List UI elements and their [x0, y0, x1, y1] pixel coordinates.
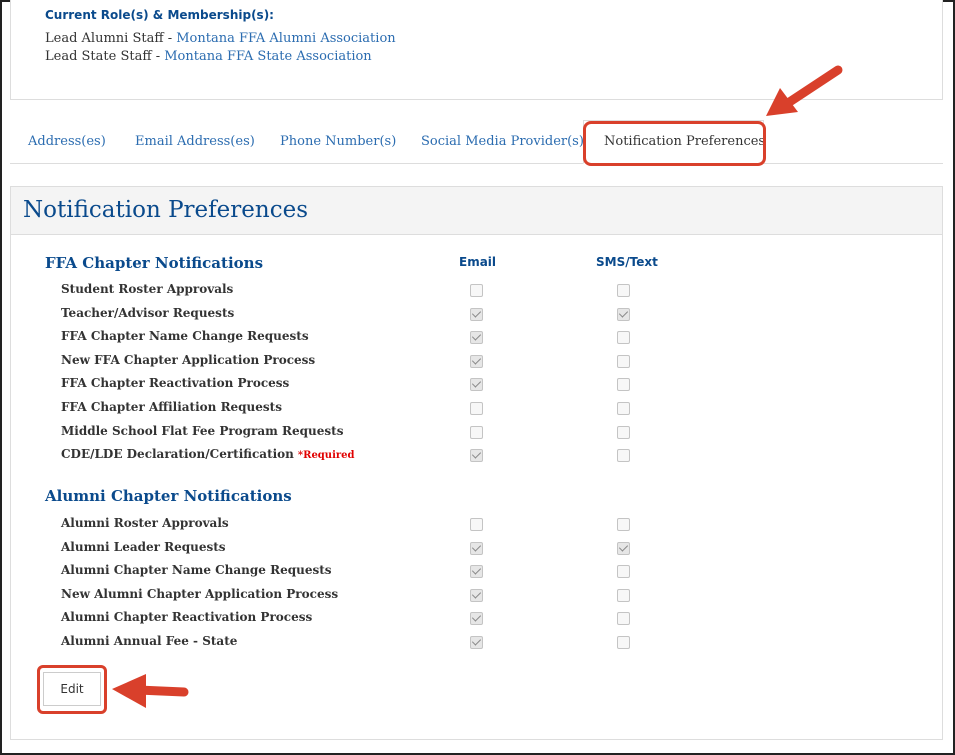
sms-checkbox[interactable] [617, 402, 630, 415]
notification-label-text: Alumni Annual Fee - State [61, 634, 238, 648]
notification-row-label: Teacher/Advisor Requests [61, 306, 234, 320]
sms-checkbox[interactable] [617, 425, 630, 439]
notification-row-label: New FFA Chapter Application Process [61, 353, 315, 367]
sms-checkbox[interactable] [617, 565, 630, 579]
role-item: Lead Alumni Staff - Montana FFA Alumni A… [45, 31, 396, 46]
sms-checkbox[interactable] [617, 449, 630, 463]
annotation-arrow-edit-icon [112, 674, 189, 708]
notification-row-label: Alumni Leader Requests [61, 540, 226, 554]
notification-label-text: Middle School Flat Fee Program Requests [61, 423, 344, 438]
email-checkbox[interactable] [470, 354, 483, 368]
sms-checkbox[interactable] [617, 331, 630, 345]
notification-row-label: Alumni Chapter Name Change Requests [61, 563, 332, 577]
notification-row-label: New Alumni Chapter Application Process [61, 587, 338, 601]
email-checkbox[interactable] [470, 284, 483, 297]
notification-row-label: FFA Chapter Name Change Requests [61, 329, 309, 343]
notification-label-text: Alumni Roster Approvals [61, 516, 229, 530]
notification-label-text: New Alumni Chapter Application Process [61, 586, 339, 601]
sms-checkbox[interactable] [617, 307, 630, 321]
notification-row-label: Alumni Roster Approvals [61, 516, 229, 530]
email-checkbox[interactable] [470, 402, 483, 415]
notification-row-label: CDE/LDE Declaration/Certification *Requir… [61, 447, 355, 461]
notification-row-label: Middle School Flat Fee Program Requests [61, 424, 343, 438]
role-name: Lead Alumni Staff [45, 31, 164, 46]
notification-row-label: Alumni Annual Fee - State [61, 634, 237, 648]
email-checkbox[interactable] [470, 449, 483, 463]
email-checkbox[interactable] [470, 636, 483, 649]
tab-addresses[interactable]: Address(es) [28, 134, 106, 149]
role-separator: - [151, 49, 165, 64]
role-name: Lead State Staff [45, 49, 152, 64]
sms-checkbox[interactable] [617, 518, 630, 531]
notification-label-text: Alumni Leader Requests [61, 539, 226, 554]
panel-header: Notification Preferences [11, 187, 942, 235]
sms-checkbox[interactable] [617, 284, 630, 297]
panel-title: Notification Preferences [23, 197, 308, 223]
email-checkbox[interactable] [470, 331, 483, 345]
email-checkbox[interactable] [470, 541, 483, 555]
notification-row-label: FFA Chapter Reactivation Process [61, 376, 289, 390]
edit-button[interactable]: Edit [43, 672, 101, 706]
sms-column-header: SMS/Text [596, 255, 658, 269]
role-item: Lead State Staff - Montana FFA State Ass… [45, 49, 372, 64]
notification-label-text: FFA Chapter Affiliation Requests [61, 400, 282, 414]
email-checkbox[interactable] [470, 588, 483, 602]
alumni-section-title: Alumni Chapter Notifications [45, 487, 292, 505]
notification-row-label: FFA Chapter Affiliation Requests [61, 400, 282, 414]
notification-label-text: FFA Chapter Name Change Requests [61, 329, 309, 344]
tab-bar: Address(es) Email Address(es) Phone Numb… [10, 120, 943, 164]
email-checkbox[interactable] [470, 307, 483, 321]
sms-checkbox[interactable] [617, 588, 630, 602]
sms-checkbox[interactable] [617, 354, 630, 368]
tab-highlight-outline [583, 121, 766, 166]
notification-label-text: Alumni Chapter Name Change Requests [61, 563, 332, 578]
tab-social-media-providers[interactable]: Social Media Provider(s) [421, 134, 584, 149]
notification-row-label: Student Roster Approvals [61, 282, 233, 296]
notification-row-label: Alumni Chapter Reactivation Process [61, 610, 312, 624]
sms-checkbox[interactable] [617, 541, 630, 555]
notification-label-text: Teacher/Advisor Requests [61, 305, 235, 320]
notification-label-text: CDE/LDE Declaration/Certification [61, 447, 294, 462]
sms-checkbox[interactable] [617, 612, 630, 626]
tab-phone-numbers[interactable]: Phone Number(s) [280, 134, 396, 149]
notification-preferences-panel: Notification Preferences FFA Chapter Not… [10, 186, 943, 740]
role-org-link[interactable]: Montana FFA Alumni Association [176, 31, 395, 46]
email-checkbox[interactable] [470, 612, 483, 626]
email-checkbox[interactable] [470, 378, 483, 392]
annotation-arrow-tab-icon [766, 65, 843, 116]
required-marker: *Required [297, 450, 355, 462]
tab-email-addresses[interactable]: Email Address(es) [135, 134, 255, 149]
sms-checkbox[interactable] [617, 378, 630, 392]
email-checkbox[interactable] [470, 425, 483, 439]
notification-label-text: Alumni Chapter Reactivation Process [61, 610, 313, 625]
notification-label-text: New FFA Chapter Application Process [61, 352, 316, 367]
email-checkbox[interactable] [470, 518, 483, 531]
sms-checkbox[interactable] [617, 636, 630, 649]
notification-label-text: Student Roster Approvals [61, 282, 234, 296]
email-column-header: Email [459, 255, 497, 269]
ffa-section-title: FFA Chapter Notifications [45, 254, 264, 272]
email-checkbox[interactable] [470, 565, 483, 579]
notification-label-text: FFA Chapter Reactivation Process [61, 376, 290, 391]
role-separator: - [163, 31, 177, 46]
role-org-link[interactable]: Montana FFA State Association [164, 49, 371, 64]
roles-heading: Current Role(s) & Membership(s): [45, 8, 274, 22]
